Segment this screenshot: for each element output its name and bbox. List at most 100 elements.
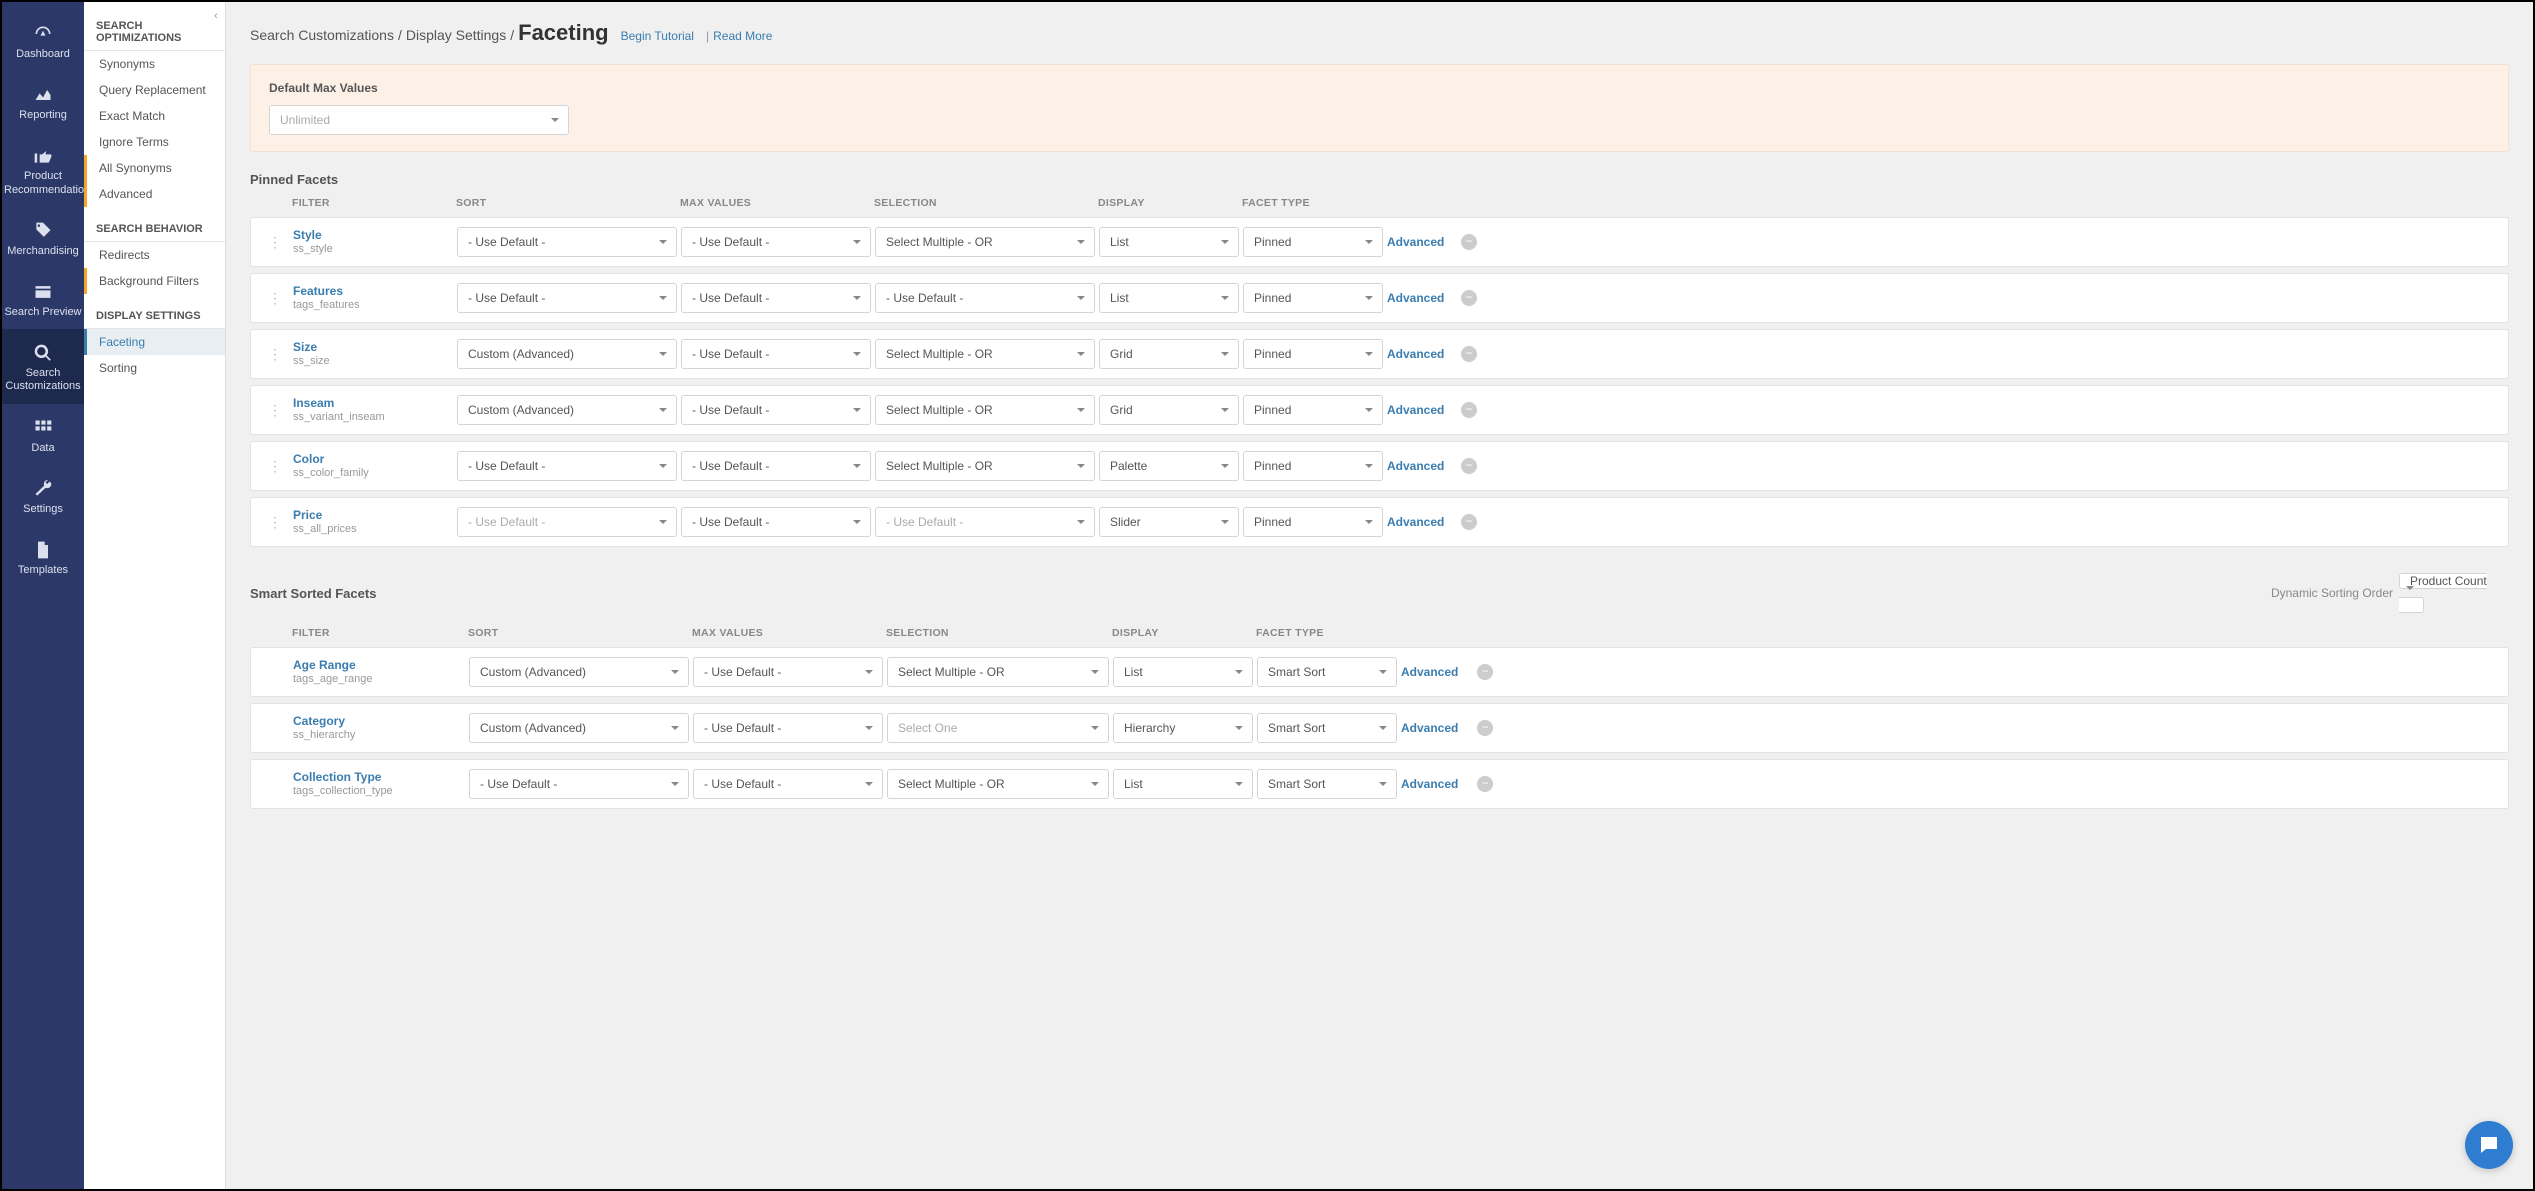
facet-name-link[interactable]: Price xyxy=(293,509,453,522)
rail-data[interactable]: Data xyxy=(2,404,84,465)
sidebar-collapse-icon[interactable]: ‹ xyxy=(214,10,226,26)
facet-max-select[interactable]: - Use Default - xyxy=(681,339,871,369)
facet-name-link[interactable]: Size xyxy=(293,341,453,354)
facet-name-link[interactable]: Features xyxy=(293,285,453,298)
facet-sel-select[interactable]: - Use Default - xyxy=(875,283,1095,313)
facet-max-select[interactable]: - Use Default - xyxy=(681,507,871,537)
facet-type-select[interactable]: Pinned xyxy=(1243,395,1383,425)
remove-facet-icon[interactable]: − xyxy=(1461,234,1477,250)
facet-type-select[interactable]: Pinned xyxy=(1243,507,1383,537)
facet-sort-select[interactable]: Custom (Advanced) xyxy=(469,657,689,687)
sidebar-item-advanced[interactable]: Advanced xyxy=(84,181,225,207)
facet-sort-select[interactable]: - Use Default - xyxy=(457,507,677,537)
facet-name-link[interactable]: Style xyxy=(293,229,453,242)
sidebar-item-sorting[interactable]: Sorting xyxy=(84,355,225,381)
sidebar-item-redirects[interactable]: Redirects xyxy=(84,242,225,268)
facet-sel-select[interactable]: Select Multiple - OR xyxy=(875,451,1095,481)
facet-max-select[interactable]: - Use Default - xyxy=(681,283,871,313)
facet-sel-select[interactable]: Select Multiple - OR xyxy=(875,339,1095,369)
facet-advanced-link[interactable]: Advanced xyxy=(1387,459,1444,473)
facet-sel-select[interactable]: Select Multiple - OR xyxy=(887,769,1109,799)
facet-advanced-link[interactable]: Advanced xyxy=(1401,721,1458,735)
remove-facet-icon[interactable]: − xyxy=(1477,776,1493,792)
drag-handle-icon[interactable]: ⋮ xyxy=(261,514,289,531)
rail-recommendations[interactable]: Product Recommendations xyxy=(2,132,84,206)
facet-max-select[interactable]: - Use Default - xyxy=(693,657,883,687)
rail-search-customizations[interactable]: Search Customizations xyxy=(2,329,84,403)
rail-settings[interactable]: Settings xyxy=(2,465,84,526)
facet-type-select[interactable]: Smart Sort xyxy=(1257,657,1397,687)
remove-facet-icon[interactable]: − xyxy=(1461,458,1477,474)
remove-facet-icon[interactable]: − xyxy=(1461,402,1477,418)
facet-sort-select[interactable]: - Use Default - xyxy=(457,283,677,313)
facet-name-link[interactable]: Collection Type xyxy=(293,771,465,784)
facet-name-link[interactable]: Age Range xyxy=(293,659,465,672)
facet-sort-select[interactable]: Custom (Advanced) xyxy=(457,339,677,369)
facet-disp-select[interactable]: Grid xyxy=(1099,395,1239,425)
facet-max-select[interactable]: - Use Default - xyxy=(693,769,883,799)
facet-sort-select[interactable]: - Use Default - xyxy=(457,227,677,257)
facet-sel-select[interactable]: Select Multiple - OR xyxy=(887,657,1109,687)
facet-max-select[interactable]: - Use Default - xyxy=(681,395,871,425)
rail-templates[interactable]: Templates xyxy=(2,526,84,587)
drag-handle-icon[interactable]: ⋮ xyxy=(261,290,289,307)
facet-sort-select[interactable]: Custom (Advanced) xyxy=(457,395,677,425)
drag-handle-icon[interactable]: ⋮ xyxy=(261,402,289,419)
drag-handle-icon[interactable]: ⋮ xyxy=(261,346,289,363)
facet-name-link[interactable]: Inseam xyxy=(293,397,453,410)
facet-advanced-link[interactable]: Advanced xyxy=(1401,665,1458,679)
sidebar-item-background-filters[interactable]: Background Filters xyxy=(84,268,225,294)
dynamic-sorting-select[interactable]: Product Count xyxy=(2399,573,2487,613)
sidebar-item-all-synonyms[interactable]: All Synonyms xyxy=(84,155,225,181)
facet-disp-select[interactable]: Palette xyxy=(1099,451,1239,481)
sidebar-item-faceting[interactable]: Faceting xyxy=(84,329,225,355)
facet-advanced-link[interactable]: Advanced xyxy=(1387,235,1444,249)
facet-max-select[interactable]: - Use Default - xyxy=(681,451,871,481)
facet-disp-select[interactable]: List xyxy=(1113,657,1253,687)
facet-sort-select[interactable]: Custom (Advanced) xyxy=(469,713,689,743)
facet-sort-select[interactable]: - Use Default - xyxy=(469,769,689,799)
facet-sel-select[interactable]: - Use Default - xyxy=(875,507,1095,537)
remove-facet-icon[interactable]: − xyxy=(1477,664,1493,680)
facet-disp-select[interactable]: List xyxy=(1113,769,1253,799)
facet-advanced-link[interactable]: Advanced xyxy=(1401,777,1458,791)
chat-launcher-button[interactable] xyxy=(2465,1121,2513,1169)
facet-advanced-link[interactable]: Advanced xyxy=(1387,347,1444,361)
facet-disp-select[interactable]: List xyxy=(1099,283,1239,313)
remove-facet-icon[interactable]: − xyxy=(1461,290,1477,306)
facet-disp-select[interactable]: Hierarchy xyxy=(1113,713,1253,743)
facet-type-select[interactable]: Smart Sort xyxy=(1257,713,1397,743)
facet-name-link[interactable]: Category xyxy=(293,715,465,728)
remove-facet-icon[interactable]: − xyxy=(1477,720,1493,736)
facet-type-select[interactable]: Smart Sort xyxy=(1257,769,1397,799)
remove-facet-icon[interactable]: − xyxy=(1461,346,1477,362)
facet-advanced-link[interactable]: Advanced xyxy=(1387,403,1444,417)
facet-type-select[interactable]: Pinned xyxy=(1243,339,1383,369)
facet-max-select[interactable]: - Use Default - xyxy=(681,227,871,257)
begin-tutorial-link[interactable]: Begin Tutorial xyxy=(621,29,694,43)
read-more-link[interactable]: Read More xyxy=(713,29,772,43)
facet-type-select[interactable]: Pinned xyxy=(1243,451,1383,481)
sidebar-item-ignore-terms[interactable]: Ignore Terms xyxy=(84,129,225,155)
facet-name-link[interactable]: Color xyxy=(293,453,453,466)
facet-disp-select[interactable]: Slider xyxy=(1099,507,1239,537)
facet-sel-select[interactable]: Select Multiple - OR xyxy=(875,395,1095,425)
facet-type-select[interactable]: Pinned xyxy=(1243,227,1383,257)
facet-sel-select[interactable]: Select Multiple - OR xyxy=(875,227,1095,257)
facet-disp-select[interactable]: List xyxy=(1099,227,1239,257)
sidebar-item-query-replacement[interactable]: Query Replacement xyxy=(84,77,225,103)
default-max-values-select[interactable]: Unlimited xyxy=(269,105,569,135)
drag-handle-icon[interactable]: ⋮ xyxy=(261,458,289,475)
facet-advanced-link[interactable]: Advanced xyxy=(1387,515,1444,529)
rail-search-preview[interactable]: Search Preview xyxy=(2,268,84,329)
rail-dashboard[interactable]: Dashboard xyxy=(2,10,84,71)
facet-max-select[interactable]: - Use Default - xyxy=(693,713,883,743)
facet-advanced-link[interactable]: Advanced xyxy=(1387,291,1444,305)
sidebar-item-exact-match[interactable]: Exact Match xyxy=(84,103,225,129)
facet-disp-select[interactable]: Grid xyxy=(1099,339,1239,369)
sidebar-item-synonyms[interactable]: Synonyms xyxy=(84,51,225,77)
remove-facet-icon[interactable]: − xyxy=(1461,514,1477,530)
rail-merchandising[interactable]: Merchandising xyxy=(2,207,84,268)
facet-sort-select[interactable]: - Use Default - xyxy=(457,451,677,481)
rail-reporting[interactable]: Reporting xyxy=(2,71,84,132)
